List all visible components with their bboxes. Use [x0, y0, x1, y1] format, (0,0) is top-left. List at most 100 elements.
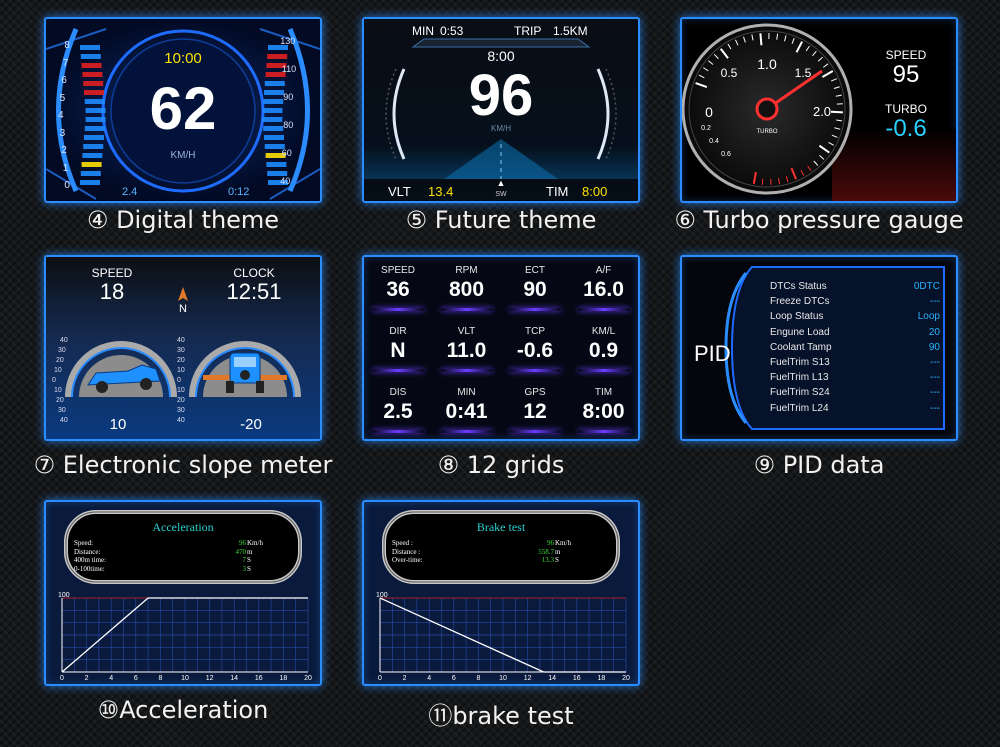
digital-time: 10:00: [164, 50, 202, 67]
digital-left-bar: [82, 153, 103, 158]
slope-middle-scale-tick: 10: [177, 367, 185, 374]
future-min-value: 0:53: [440, 24, 464, 38]
acceleration-stat-value: 470: [235, 547, 247, 556]
pid-row-name: DTCs Status: [770, 281, 827, 292]
slope-speed-value: 18: [99, 279, 125, 304]
grid-cell-value: 36: [386, 278, 410, 301]
grid-cell-label: ECT: [525, 265, 545, 276]
grid-cell-label: VLT: [457, 326, 476, 337]
slope-left-scale-tick: 0: [52, 377, 56, 384]
pid-row-value: ---: [930, 296, 940, 308]
twelve-grids-panel[interactable]: SPEED 36 RPM 800 ECT 90 A/F 16.0 DIR N VLT 11.0 TCP -…: [362, 255, 640, 441]
brake-x-tick: 10: [499, 675, 507, 682]
pid-data-panel[interactable]: PID DTCs Status 0DTC Freeze DTCs --- Loop St…: [680, 255, 958, 441]
pid-row-value: 90: [928, 341, 940, 353]
pid-list: DTCs Status 0DTC Freeze DTCs --- Loop Status…: [770, 281, 940, 418]
future-trip-label: TRIP: [514, 24, 542, 38]
pid-row: Loop Status Loop: [770, 311, 940, 326]
digital-left-bar: [81, 63, 102, 68]
future-theme-panel[interactable]: MIN 0:53 TRIP 1.5KM 8:00 96 KM/H VLT 13.…: [362, 17, 640, 203]
future-compass-icon: ▲: [496, 178, 506, 188]
pid-row-name: FuelTrim L24: [770, 402, 829, 414]
brake-x-tick: 20: [622, 675, 630, 682]
digital-left-bar: [83, 144, 104, 149]
turbo-subtick-1: 0.4: [709, 138, 719, 145]
grid-cell-value: 800: [448, 278, 485, 301]
turbo-gauge-label: TURBO: [756, 129, 778, 135]
caption-turbo-gauge: ⑥ Turbo pressure gauge: [674, 206, 964, 234]
pid-row: Freeze DTCs ---: [770, 296, 940, 311]
grid-cell-label: SPEED: [381, 265, 415, 276]
turbo-boost-value: -0.6: [885, 115, 927, 142]
pid-row: FuelTrim S13 ---: [770, 357, 940, 372]
digital-right-tick: 110: [281, 64, 297, 74]
pid-row-value: ---: [930, 356, 940, 368]
pid-row: FuelTrim S24 ---: [770, 387, 940, 402]
slope-meter-panel[interactable]: SPEED 18 CLOCK 12:51 N 10 -20 40 30 20 10 0 1…: [44, 255, 322, 441]
grid-cell-label: A/F: [595, 265, 612, 276]
pid-row-value: ---: [930, 402, 940, 414]
brake-test-panel[interactable]: Brake test Speed : 96 Km/h Distance : 558.7 m…: [362, 500, 640, 686]
grid-cell: SPEED 36: [364, 257, 432, 317]
slope-left-scale-tick: 40: [60, 337, 68, 344]
pid-row-name: Coolant Tamp: [770, 341, 832, 353]
turbo-speed-label: SPEED: [885, 48, 927, 62]
digital-right-bar: [263, 99, 284, 104]
acceleration-stat-unit: S: [247, 556, 251, 564]
digital-left-bar: [83, 81, 104, 86]
turbo-boost-label: TURBO: [885, 102, 927, 116]
pid-row: Coolant Tamp 90: [770, 342, 940, 357]
digital-left-bottom-value: 2.4: [122, 186, 138, 198]
digital-theme-panel[interactable]: 10:00 62 KM/H 2.4 0:12 8 7 6 5 4 3 2 1 0 130 110 9…: [44, 17, 322, 203]
grid-cell: A/F 16.0: [570, 257, 638, 317]
brake-x-tick: 2: [402, 675, 407, 682]
acceleration-stat-value: 7: [242, 556, 247, 564]
turbo-gauge-panel[interactable]: 1.0 0.5 1.5 2.0 0 0.2 0.4 0.6 TURBO SPEE…: [680, 17, 958, 203]
acceleration-stat-value: 3: [242, 564, 247, 573]
turbo-speed-value: 95: [892, 61, 920, 88]
digital-right-bottom-value: 0:12: [228, 186, 250, 198]
turbo-subtick-2: 0.6: [721, 151, 731, 158]
slope-left-scale-tick: 20: [56, 357, 64, 364]
turbo-tick-mark: [759, 33, 763, 46]
digital-right-tick: 60: [281, 148, 292, 158]
slope-left-scale-tick: 30: [58, 347, 66, 354]
digital-left-bar: [80, 45, 100, 50]
digital-left-tick: 2: [61, 145, 67, 156]
slope-roll-value: -20: [240, 416, 262, 433]
acceleration-panel[interactable]: Acceleration Speed: 96 Km/h Distance: 470 m 40…: [44, 500, 322, 686]
grid-cell-value: 0.9: [588, 339, 619, 362]
turbo-tick-1: 1.0: [757, 56, 777, 72]
brake-x-tick: 6: [451, 675, 456, 682]
acceleration-stat-unit: Km/h: [247, 539, 263, 547]
digital-left-bar: [84, 126, 105, 131]
acceleration-title: Acceleration: [152, 520, 214, 534]
grid-cell: DIS 2.5: [364, 379, 432, 439]
slope-left-scale-tick: 10: [54, 387, 62, 394]
turbo-tick-4: 0: [705, 104, 713, 120]
digital-left-tick: 4: [58, 110, 64, 121]
acceleration-y-label: 100: [58, 592, 70, 599]
brake-stat-name: Over-time:: [392, 556, 423, 564]
pid-title: PID: [694, 341, 731, 366]
brake-x-tick: 14: [548, 675, 557, 682]
brake-x-tick: 12: [523, 675, 532, 682]
digital-left-bar: [84, 99, 105, 104]
brake-stat-name: Speed :: [392, 539, 413, 547]
digital-left-tick: 0: [64, 180, 70, 191]
slope-left-scale-tick: 10: [54, 367, 62, 374]
grid-cell-underline: [509, 430, 561, 433]
grid-cell-label: RPM: [455, 265, 478, 276]
pid-row-value: 0DTC: [913, 281, 940, 292]
brake-title: Brake test: [476, 520, 526, 534]
pid-row: FuelTrim L24 ---: [770, 403, 940, 418]
grid-cell: GPS 12: [501, 379, 569, 439]
brake-stat-value: 558.7: [538, 547, 554, 556]
digital-left-bar: [84, 135, 104, 140]
acceleration-stat-unit: S: [247, 564, 251, 573]
digital-right-bar: [264, 90, 284, 95]
acceleration-x-tick: 0: [60, 675, 64, 682]
pid-row-value: Loop: [917, 311, 940, 323]
slope-compass-direction: N: [179, 303, 187, 315]
acceleration-stat-unit: m: [247, 547, 253, 556]
